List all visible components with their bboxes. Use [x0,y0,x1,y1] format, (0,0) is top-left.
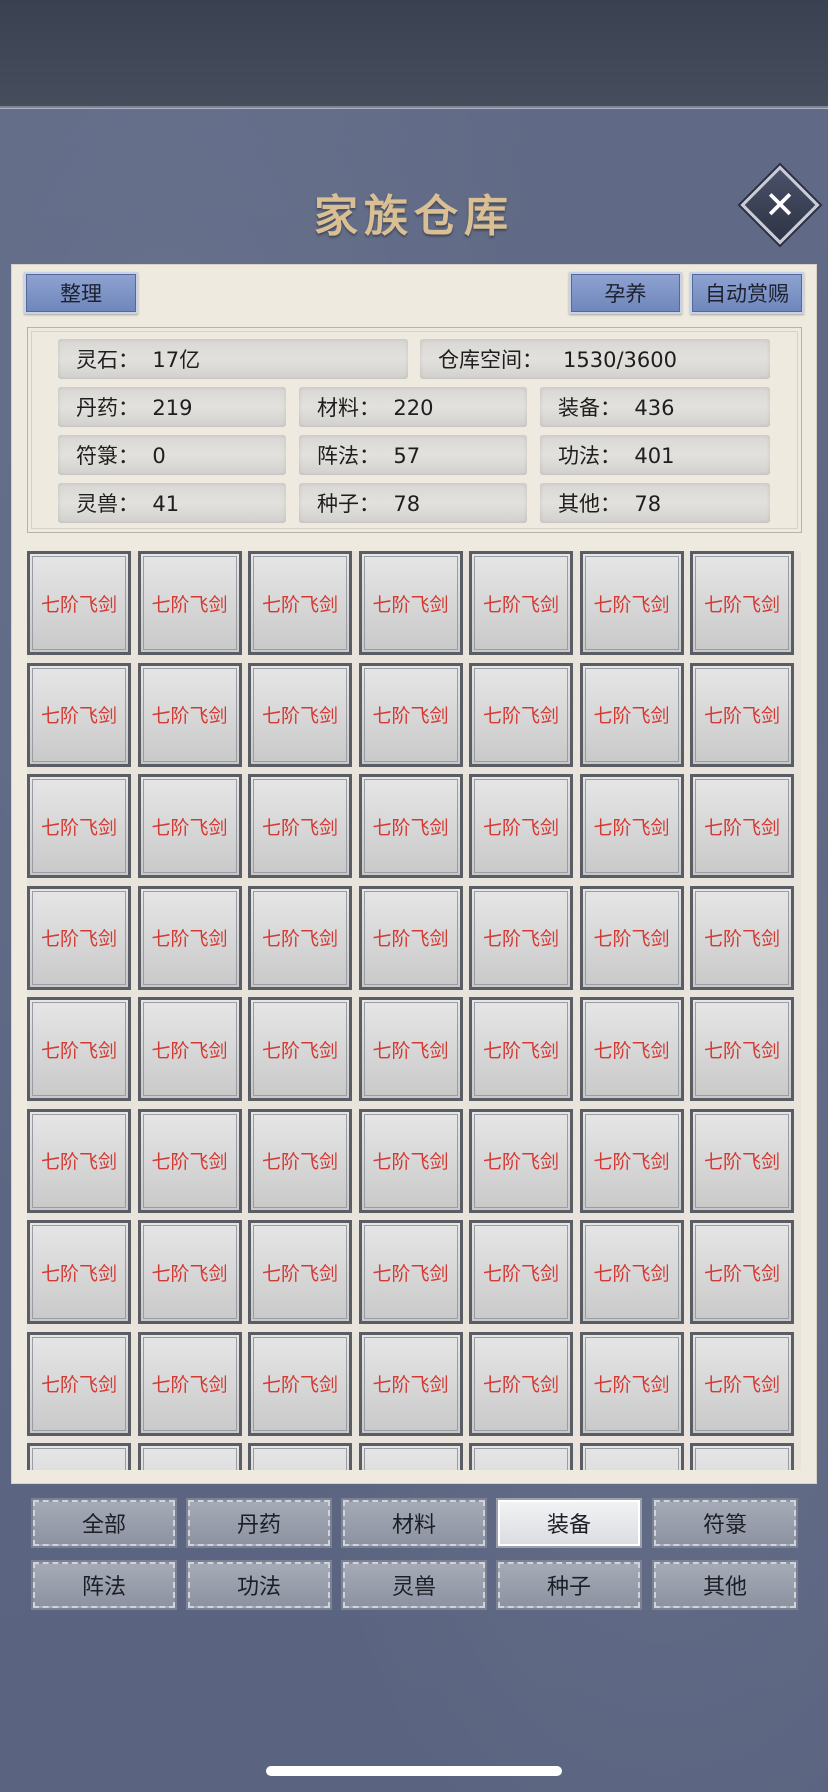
stat-capacity: 仓库空间： 1530/3600 [420,339,770,379]
item-slot[interactable]: 七阶飞剑 [469,997,573,1101]
item-slot[interactable]: 七阶飞剑 [137,885,242,990]
item-slot[interactable]: 七阶飞剑 [137,662,242,767]
item-slot[interactable]: 七阶飞剑 [690,1331,794,1436]
item-slot[interactable]: 七阶飞剑 [690,1443,794,1470]
tab-formation[interactable]: 阵法 [33,1562,175,1608]
item-slot[interactable]: 七阶飞剑 [248,997,352,1101]
item-slot[interactable]: 七阶飞剑 [137,1108,242,1213]
item-slot[interactable]: 七阶飞剑 [690,1108,794,1213]
item-slot[interactable]: 七阶飞剑 [579,662,684,767]
item-slot[interactable]: 七阶飞剑 [137,1331,242,1436]
item-slot[interactable]: 七阶飞剑 [579,1108,684,1213]
item-slot[interactable]: 七阶飞剑 [358,662,463,767]
item-slot[interactable]: 七阶飞剑 [690,774,794,878]
stat-technique: 功法： 401 [540,435,770,475]
item-slot[interactable]: 七阶飞剑 [469,551,573,655]
item-slot[interactable]: 七阶飞剑 [690,997,794,1101]
tab-talisman[interactable]: 符箓 [654,1500,796,1546]
auto-reward-button[interactable]: 自动赏赐 [690,272,804,314]
item-slot[interactable]: 七阶飞剑 [358,885,463,990]
item-slot[interactable]: 七阶飞剑 [469,1108,573,1213]
tab-all[interactable]: 全部 [33,1500,175,1546]
item-slot[interactable]: 七阶飞剑 [579,997,684,1101]
top-bar [0,0,828,109]
stat-beast: 灵兽： 41 [58,483,286,523]
item-slot[interactable]: 七阶飞剑 [248,774,352,878]
tab-pill[interactable]: 丹药 [188,1500,330,1546]
item-slot[interactable]: 七阶飞剑 [248,885,352,990]
home-indicator [266,1766,562,1776]
item-slot[interactable]: 七阶飞剑 [137,774,242,878]
item-slot[interactable]: 七阶飞剑 [27,551,131,655]
item-slot[interactable]: 七阶飞剑 [248,551,352,655]
tab-technique[interactable]: 功法 [188,1562,330,1608]
stat-spirit-stone: 灵石： 17亿 [58,339,408,379]
item-slot[interactable]: 七阶飞剑 [358,774,463,878]
item-slot[interactable]: 七阶飞剑 [690,662,794,767]
item-slot[interactable]: 七阶飞剑 [579,774,684,878]
item-slot[interactable]: 七阶飞剑 [579,1220,684,1324]
item-slot[interactable]: 七阶飞剑 [579,885,684,990]
item-slot[interactable]: 七阶飞剑 [469,1331,573,1436]
stat-other: 其他： 78 [540,483,770,523]
item-slot[interactable]: 七阶飞剑 [27,885,131,990]
tab-beast[interactable]: 灵兽 [343,1562,485,1608]
item-slot[interactable]: 七阶飞剑 [248,662,352,767]
item-slot[interactable]: 七阶飞剑 [248,1443,352,1470]
item-slot[interactable]: 七阶飞剑 [358,1443,463,1470]
stat-equipment: 装备： 436 [540,387,770,427]
item-slot[interactable]: 七阶飞剑 [27,997,131,1101]
item-slot[interactable]: 七阶飞剑 [248,1220,352,1324]
item-slot[interactable]: 七阶飞剑 [469,662,573,767]
stat-talisman: 符箓： 0 [58,435,286,475]
item-slot[interactable]: 七阶飞剑 [469,774,573,878]
item-slot[interactable]: 七阶飞剑 [579,551,684,655]
breed-button[interactable]: 孕养 [569,272,682,314]
item-slot[interactable]: 七阶飞剑 [137,1220,242,1324]
item-slot[interactable]: 七阶飞剑 [358,1220,463,1324]
item-slot[interactable]: 七阶飞剑 [690,551,794,655]
item-slot[interactable]: 七阶飞剑 [137,551,242,655]
item-slot[interactable]: 七阶飞剑 [27,1443,131,1470]
stat-pill: 丹药： 219 [58,387,286,427]
item-slot[interactable]: 七阶飞剑 [358,1331,463,1436]
page-title: 家族仓库 [314,191,514,242]
item-grid: 七阶飞剑 七阶飞剑 七阶飞剑 七阶飞剑 七阶飞剑 七阶飞剑 七阶飞剑 七阶飞剑 七阶飞剑 七阶飞剑… [27,551,794,1470]
tab-material[interactable]: 材料 [343,1500,485,1546]
item-slot[interactable]: 七阶飞剑 [248,1108,352,1213]
stat-seed: 种子： 78 [299,483,527,523]
item-slot[interactable]: 七阶飞剑 [27,1108,131,1213]
item-grid-scroll[interactable]: 七阶飞剑 七阶飞剑 七阶飞剑 七阶飞剑 七阶飞剑 七阶飞剑 七阶飞剑 七阶飞剑 七阶飞剑 七阶飞剑… [27,551,801,1470]
item-slot[interactable]: 七阶飞剑 [358,997,463,1101]
item-slot[interactable]: 七阶飞剑 [579,1443,684,1470]
item-slot[interactable]: 七阶飞剑 [27,774,131,878]
sort-button[interactable]: 整理 [24,272,138,314]
item-slot[interactable]: 七阶飞剑 [690,1220,794,1324]
item-slot[interactable]: 七阶飞剑 [27,1331,131,1436]
close-icon: ✕ [764,183,796,227]
item-slot[interactable]: 七阶飞剑 [248,1331,352,1436]
item-slot[interactable]: 七阶飞剑 [469,885,573,990]
tab-seed[interactable]: 种子 [498,1562,640,1608]
stat-material: 材料： 220 [299,387,527,427]
item-slot[interactable]: 七阶飞剑 [690,885,794,990]
item-slot[interactable]: 七阶飞剑 [358,1108,463,1213]
item-slot[interactable]: 七阶飞剑 [469,1443,573,1470]
item-slot[interactable]: 七阶飞剑 [27,662,131,767]
tab-other[interactable]: 其他 [654,1562,796,1608]
item-slot[interactable]: 七阶飞剑 [469,1220,573,1324]
stat-formation: 阵法： 57 [299,435,527,475]
item-slot[interactable]: 七阶飞剑 [358,551,463,655]
tab-equipment[interactable]: 装备 [498,1500,640,1546]
item-slot[interactable]: 七阶飞剑 [27,1220,131,1324]
item-slot[interactable]: 七阶飞剑 [137,1443,242,1470]
item-slot[interactable]: 七阶飞剑 [579,1331,684,1436]
item-slot[interactable]: 七阶飞剑 [137,997,242,1101]
